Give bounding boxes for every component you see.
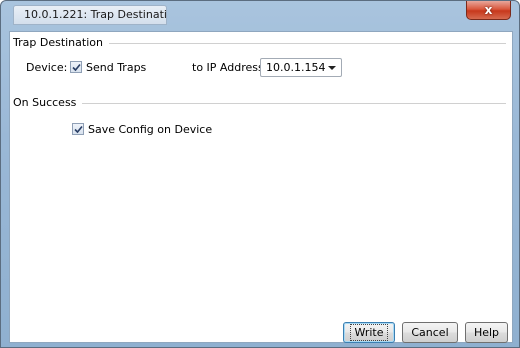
send-traps-checkbox[interactable] — [70, 61, 82, 73]
window-title: 10.0.1.221: Trap Destination — [13, 5, 167, 25]
save-config-checkbox[interactable] — [72, 123, 84, 135]
help-button-label: Help — [473, 326, 500, 339]
ip-address-label: to IP Address: — [192, 61, 268, 74]
close-icon: x — [484, 3, 493, 17]
chevron-down-icon — [328, 66, 336, 70]
send-traps-label[interactable]: Send Traps — [86, 61, 146, 74]
section-title-on-success: On Success — [13, 96, 83, 109]
section-title-trap-destination: Trap Destination — [13, 36, 109, 49]
close-button[interactable]: x — [466, 1, 511, 20]
ip-address-dropdown[interactable]: 10.0.1.154 — [260, 58, 342, 77]
device-label: Device: — [26, 61, 68, 74]
write-button-label: Write — [350, 324, 388, 341]
checkmark-icon — [71, 63, 81, 71]
ip-address-value: 10.0.1.154 — [266, 61, 326, 74]
dialog-window: 10.0.1.221: Trap Destination x Trap Dest… — [0, 0, 520, 348]
section-divider — [96, 43, 506, 44]
write-button[interactable]: Write — [343, 322, 395, 343]
cancel-button-label: Cancel — [411, 326, 449, 339]
section-divider — [76, 103, 506, 104]
cancel-button[interactable]: Cancel — [402, 322, 458, 343]
help-button[interactable]: Help — [465, 322, 508, 343]
save-config-label[interactable]: Save Config on Device — [88, 123, 212, 136]
checkmark-icon — [73, 125, 83, 133]
title-bar[interactable]: 10.0.1.221: Trap Destination x — [1, 1, 520, 32]
dialog-content: Trap Destination Device: Send Traps to I… — [9, 31, 513, 343]
